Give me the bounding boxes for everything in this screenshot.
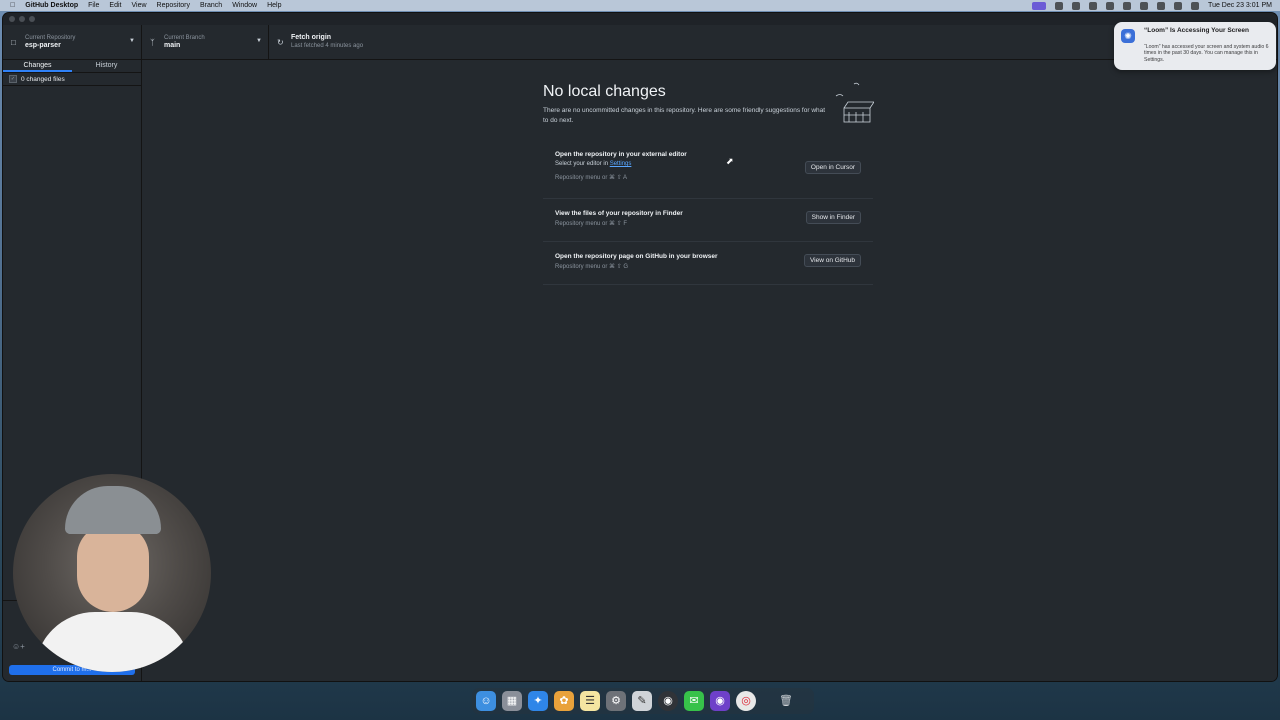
window-controls [9, 16, 35, 22]
tab-changes[interactable]: Changes [3, 60, 72, 72]
empty-state-illustration-icon [835, 82, 874, 123]
trash-icon[interactable]: 🗑 [776, 691, 796, 711]
notification-title: “Loom” Is Accessing Your Screen [1144, 27, 1249, 34]
webcam-bubble[interactable] [13, 474, 211, 672]
current-branch-label: Current Branch [164, 35, 205, 41]
sound-icon[interactable] [1140, 1, 1149, 10]
action-title: Open the repository page on GitHub in yo… [555, 253, 718, 260]
main-content: No local changes There are no uncommitte… [142, 60, 1277, 681]
launchpad-icon[interactable]: ▦ [502, 691, 522, 711]
close-window-button[interactable] [9, 16, 15, 22]
suggested-actions: Open the repository in your external edi… [543, 144, 873, 285]
system-settings-icon[interactable]: ⚙ [606, 691, 626, 711]
current-branch-button[interactable]: ᛉ Current Branch main ▼ [142, 25, 269, 59]
fetch-origin-label: Fetch origin [291, 34, 332, 41]
sidebar-tabs: Changes History [3, 60, 141, 73]
menubar-clock[interactable]: Tue Dec 23 3:01 PM [1208, 2, 1272, 9]
play-icon[interactable] [1089, 1, 1098, 10]
action-open-editor: Open the repository in your external edi… [543, 144, 873, 199]
current-repository-button[interactable]: □ Current Repository esp-parser ▼ [3, 25, 142, 59]
control-center-icon[interactable] [1191, 1, 1200, 10]
notes-icon[interactable]: ☰ [580, 691, 600, 711]
chrome-icon[interactable]: ◎ [736, 691, 756, 711]
notification-body: “Loom” has accessed your screen and syst… [1144, 44, 1269, 63]
safari-icon[interactable]: ✦ [528, 691, 548, 711]
page-title: No local changes [543, 83, 666, 100]
status-icon-1[interactable] [1055, 1, 1064, 10]
chevron-down-icon: ▼ [129, 38, 135, 44]
minimize-window-button[interactable] [19, 16, 25, 22]
menu-window[interactable]: Window [232, 0, 257, 11]
action-shortcut: Repository menu or ⌘ ⇧ G [555, 264, 629, 270]
app-menu[interactable]: GitHub Desktop [25, 0, 78, 11]
webcam-person-shirt [35, 612, 191, 672]
github-desktop-icon[interactable]: ◉ [710, 691, 730, 711]
chevron-down-icon: ▼ [256, 38, 262, 44]
action-title: View the files of your repository in Fin… [555, 210, 683, 217]
action-show-in-finder: View the files of your repository in Fin… [543, 199, 873, 242]
status-icon-3[interactable] [1106, 1, 1115, 10]
action-shortcut: Repository menu or ⌘ ⇧ F [555, 221, 628, 227]
add-coauthor-icon[interactable]: ☺+ [12, 642, 25, 651]
sync-icon: ↻ [277, 37, 284, 47]
apple-menu-icon[interactable]:  [10, 0, 15, 11]
macos-menu-bar:  GitHub Desktop File Edit View Reposito… [0, 0, 1280, 11]
menu-edit[interactable]: Edit [109, 0, 121, 11]
blank-slate-description: There are no uncommitted changes in this… [543, 107, 826, 124]
current-repository-label: Current Repository [25, 35, 76, 41]
spotlight-search-icon[interactable] [1174, 1, 1183, 10]
loom-recording-icon[interactable] [1032, 1, 1047, 10]
photos-icon[interactable]: ✿ [554, 691, 574, 711]
menu-file[interactable]: File [88, 0, 99, 11]
mouse-cursor-icon: ⬈ [726, 156, 734, 166]
finder-icon[interactable]: ☺ [476, 691, 496, 711]
repository-icon: □ [11, 37, 16, 47]
changed-files-header: ✓ 0 changed files [3, 73, 141, 86]
open-in-cursor-button[interactable]: Open in Cursor [804, 161, 861, 174]
macos-dock: ☺ ▦ ✦ ✿ ☰ ⚙ ✎ ◉ ✉ ◉ ◎ 🗑 [472, 688, 814, 714]
view-on-github-button[interactable]: View on GitHub [803, 254, 861, 267]
tab-history[interactable]: History [72, 60, 141, 72]
menu-help[interactable]: Help [267, 0, 281, 11]
obs-icon[interactable]: ◉ [658, 691, 678, 711]
webcam-person-cap [65, 486, 161, 534]
menu-repository[interactable]: Repository [157, 0, 190, 11]
title-bar[interactable] [3, 13, 1277, 25]
app-toolbar: □ Current Repository esp-parser ▼ ᛉ Curr… [3, 25, 1277, 60]
last-fetched-text: Last fetched 4 minutes ago [291, 43, 364, 49]
settings-link[interactable]: Settings [610, 161, 632, 167]
zoom-window-button[interactable] [29, 16, 35, 22]
action-subtitle: Select your editor in Settings [555, 161, 632, 167]
select-all-checkbox[interactable]: ✓ [9, 75, 17, 83]
messages-icon[interactable]: ✉ [684, 691, 704, 711]
branch-icon: ᛉ [150, 37, 155, 47]
display-icon[interactable] [1123, 1, 1132, 10]
action-view-on-github: Open the repository page on GitHub in yo… [543, 242, 873, 285]
show-in-finder-button[interactable]: Show in Finder [805, 211, 861, 224]
menu-view[interactable]: View [131, 0, 146, 11]
action-title: Open the repository in your external edi… [555, 151, 687, 158]
loom-app-icon: ✺ [1121, 29, 1135, 43]
current-repository-name: esp-parser [25, 42, 61, 49]
current-branch-name: main [164, 42, 181, 49]
menu-branch[interactable]: Branch [200, 0, 222, 11]
status-icon-2[interactable] [1072, 1, 1081, 10]
wifi-icon[interactable] [1157, 1, 1166, 10]
changed-files-count: 0 changed files [21, 75, 65, 83]
scripts-icon[interactable]: ✎ [632, 691, 652, 711]
fetch-origin-button[interactable]: ↻ Fetch origin Last fetched 4 minutes ag… [269, 25, 395, 59]
webcam-person-face [77, 524, 149, 612]
loom-notification[interactable]: ✺ “Loom” Is Accessing Your Screen “Loom”… [1114, 22, 1276, 70]
action-shortcut: Repository menu or ⌘ ⇧ A [555, 175, 628, 181]
